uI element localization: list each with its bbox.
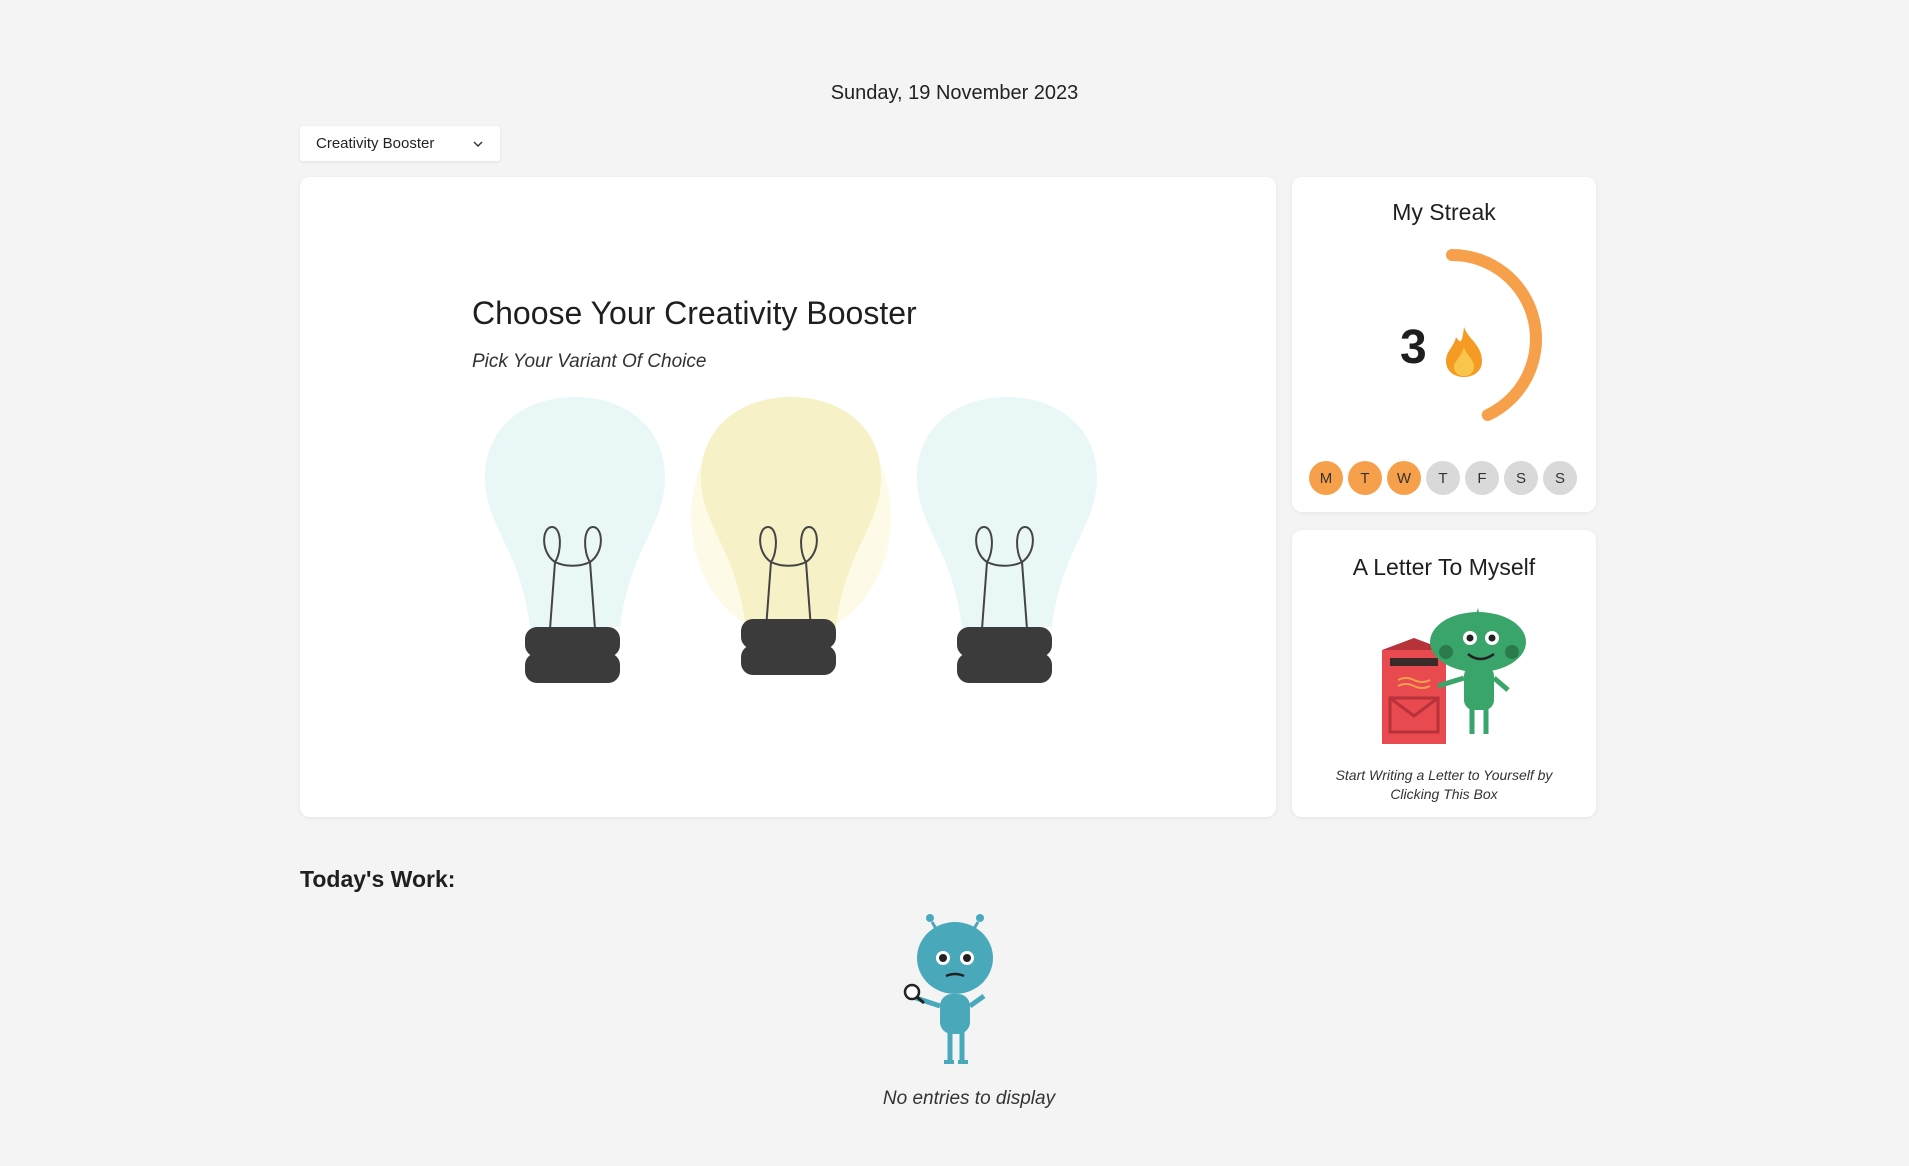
empty-state-text: No entries to display xyxy=(882,1088,1056,1109)
streak-day-4: F xyxy=(1465,461,1499,495)
chevron-down-icon xyxy=(473,141,483,147)
bulb-1-option[interactable] xyxy=(470,397,680,697)
streak-day-0: M xyxy=(1309,461,1343,495)
variant-select[interactable]: Creativity Booster xyxy=(300,126,500,161)
current-date: Sunday, 19 November 2023 xyxy=(830,82,1079,104)
creativity-booster-card: Choose Your Creativity Booster Pick Your… xyxy=(300,177,1276,817)
streak-day-5: S xyxy=(1504,461,1538,495)
letter-title: A Letter To Myself xyxy=(1352,554,1536,580)
todays-work-title: Today's Work: xyxy=(300,866,456,892)
streak-title: My Streak xyxy=(1392,199,1496,225)
booster-title: Choose Your Creativity Booster xyxy=(472,295,917,331)
empty-state-monster-illustration xyxy=(903,914,993,1064)
streak-week-days: MTWTFSS xyxy=(1309,461,1577,495)
streak-day-1: T xyxy=(1348,461,1382,495)
mailbox-monster-illustration xyxy=(1382,608,1526,744)
streak-count: 3 xyxy=(1400,321,1427,374)
bulb-3-option[interactable] xyxy=(902,397,1112,697)
streak-day-6: S xyxy=(1543,461,1577,495)
letter-prompt-text: Start Writing a Letter to Yourself by Cl… xyxy=(1335,767,1553,802)
streak-day-2: W xyxy=(1387,461,1421,495)
flame-icon xyxy=(1446,327,1482,377)
streak-day-3: T xyxy=(1426,461,1460,495)
letter-to-myself-card[interactable]: A Letter To Myself Start Writing a Lette… xyxy=(1292,530,1596,817)
streak-card: My Streak 3 MTWTFSS xyxy=(1292,177,1596,512)
bulb-2-option[interactable] xyxy=(686,397,896,697)
booster-subtitle: Pick Your Variant Of Choice xyxy=(472,351,707,372)
variant-select-value: Creativity Booster xyxy=(316,135,435,152)
